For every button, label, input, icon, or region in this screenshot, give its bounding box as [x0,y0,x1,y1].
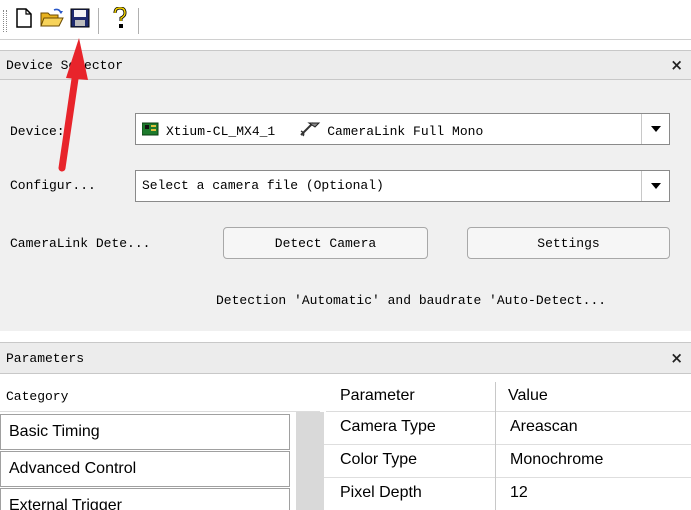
column-divider[interactable] [495,382,496,412]
detect-camera-button[interactable]: Detect Camera [223,227,428,259]
category-header: Category [0,382,320,412]
toolbar-grip[interactable] [3,10,7,32]
device-combo-text: Xtium-CL_MX4_1 CameraLink Full Mono [141,121,484,141]
device-value: Xtium-CL_MX4_1 [166,123,276,139]
device-selector-body: Device: Xtium-CL_MX4_1 CameraLink Full M… [0,80,691,331]
value-column-header[interactable]: Value [508,387,548,405]
detection-note: Detection 'Automatic' and baudrate 'Auto… [216,293,607,308]
config-combo-text: Select a camera file (Optional) [142,178,384,193]
settings-button[interactable]: Settings [467,227,670,259]
floppy-disk-icon [70,8,90,33]
open-folder-icon [40,8,64,33]
help-button[interactable] [108,5,132,34]
new-file-button[interactable] [12,7,36,33]
device-selector-header: Device Selector × [0,50,691,80]
close-icon[interactable]: × [670,349,683,367]
chevron-down-icon [650,121,661,137]
parameters-title: Parameters [6,351,85,366]
config-combo[interactable]: Select a camera file (Optional) [135,170,670,202]
config-label: Configur... [10,178,96,193]
save-button[interactable] [68,8,92,32]
toolbar [0,0,691,40]
category-item[interactable]: External Trigger [0,488,290,510]
toolbar-separator [138,8,139,34]
column-divider [495,478,496,510]
parameter-name: Camera Type [340,418,436,435]
parameter-grid-header: Parameter Value [326,382,691,412]
category-item-label: Advanced Control [9,460,137,477]
question-mark-icon [112,5,128,34]
device-dropdown-button[interactable] [641,114,669,144]
open-button[interactable] [40,8,64,32]
category-item[interactable]: Advanced Control [0,451,290,487]
parameter-value[interactable]: Areascan [510,418,578,436]
device-selector-title: Device Selector [6,58,124,73]
parameter-value[interactable]: 12 [510,484,528,502]
camera-detect-label: CameraLink Dete... [10,236,151,251]
toolbar-separator [98,8,99,34]
category-item-label: Basic Timing [9,423,100,440]
category-item-label: External Trigger [9,497,122,510]
parameter-name: Color Type [340,451,418,468]
new-file-icon [15,7,33,33]
category-item[interactable]: Basic Timing [0,414,290,450]
column-divider [495,445,496,478]
device-combo[interactable]: Xtium-CL_MX4_1 CameraLink Full Mono [135,113,670,145]
category-header-label: Category [6,389,69,404]
chevron-down-icon [650,178,661,194]
parameter-column-header[interactable]: Parameter [340,387,415,405]
column-divider [495,412,496,445]
board-icon [141,122,160,140]
parameter-value[interactable]: Monochrome [510,451,603,469]
parameters-header: Parameters × [0,342,691,374]
device-label: Device: [10,124,65,139]
grid-row-gutter [296,412,324,510]
device-type: CameraLink Full Mono [327,123,484,139]
cable-icon [299,121,321,141]
config-dropdown-button[interactable] [641,171,669,201]
table-row[interactable]: Pixel Depth 12 [324,478,691,510]
close-icon[interactable]: × [670,56,683,74]
parameter-name: Pixel Depth [340,484,422,501]
table-row[interactable]: Color Type Monochrome [324,445,691,478]
table-row[interactable]: Camera Type Areascan [324,412,691,445]
